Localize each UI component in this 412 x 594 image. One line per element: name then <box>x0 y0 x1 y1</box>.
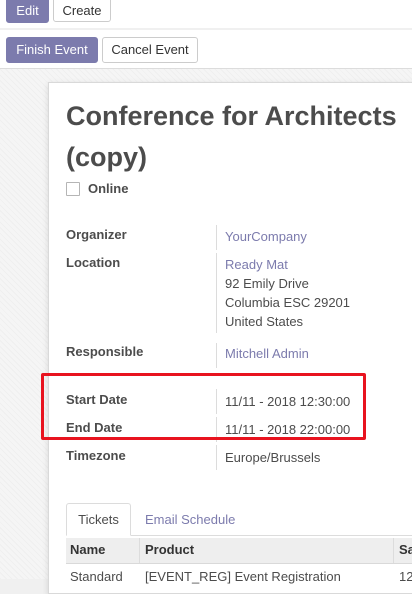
location-name-link[interactable]: Ready Mat <box>225 257 288 272</box>
location-city: Columbia ESC 29201 <box>225 295 351 310</box>
tab-tickets[interactable]: Tickets <box>66 503 131 536</box>
ticket-name-cell[interactable]: Standard <box>70 569 123 584</box>
organizer-link[interactable]: YourCompany <box>225 229 307 244</box>
online-label: Online <box>88 181 129 196</box>
tab-email-schedule[interactable]: Email Schedule <box>145 512 235 527</box>
responsible-link[interactable]: Mitchell Admin <box>225 346 309 361</box>
column-header-product[interactable]: Product <box>145 542 194 557</box>
field-divider <box>216 445 217 470</box>
finish-event-button[interactable]: Finish Event <box>6 37 98 63</box>
column-header-name[interactable]: Name <box>70 542 105 557</box>
date-highlight-box <box>41 373 366 440</box>
timezone-label: Timezone <box>66 448 126 463</box>
location-street: 92 Emily Drive <box>225 276 309 291</box>
column-divider <box>139 538 140 563</box>
control-panel: Edit Create <box>0 0 412 28</box>
edit-button[interactable]: Edit <box>6 0 49 23</box>
responsible-label: Responsible <box>66 344 144 359</box>
field-divider <box>216 253 217 333</box>
timezone-value: Europe/Brussels <box>225 450 321 465</box>
event-title-line1: Conference for Architects <box>66 101 397 131</box>
ticket-product-cell[interactable]: [EVENT_REG] Event Registration <box>145 569 341 584</box>
status-bar: Finish Event Cancel Event <box>0 30 412 69</box>
event-title-line2: (copy) <box>66 142 147 172</box>
field-divider <box>216 225 217 250</box>
ticket-sales-cell[interactable]: 12 <box>399 569 412 584</box>
create-button[interactable]: Create <box>53 0 111 22</box>
online-checkbox[interactable] <box>66 182 80 196</box>
organizer-label: Organizer <box>66 227 127 242</box>
field-divider <box>216 343 217 368</box>
column-divider <box>393 538 394 563</box>
cancel-event-button[interactable]: Cancel Event <box>102 37 198 63</box>
location-label: Location <box>66 255 121 270</box>
location-country: United States <box>225 314 304 329</box>
event-title: Conference for Architects (copy) <box>66 96 406 178</box>
column-header-sales[interactable]: Sa <box>399 542 412 557</box>
table-header <box>66 538 412 564</box>
